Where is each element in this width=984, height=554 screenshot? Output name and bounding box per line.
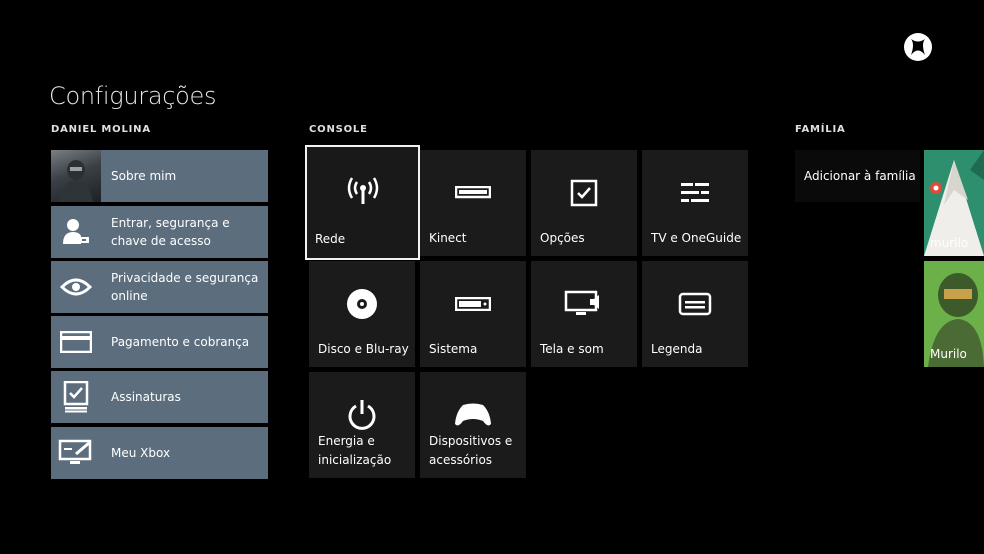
tile-disc-bluray[interactable]: Disco e Blu-ray (309, 261, 415, 367)
display-sound-icon (531, 285, 637, 323)
tile-options[interactable]: Opções (531, 150, 637, 256)
about-me-label: Sobre mim (111, 169, 177, 183)
tile-options-label: Opções (540, 231, 585, 245)
console-system-icon (420, 285, 526, 323)
family-member-name: murilo (930, 236, 969, 250)
tile-devices-accessories[interactable]: Dispositivos e acessórios (420, 372, 526, 478)
xbox-logo-icon (904, 33, 932, 61)
power-icon (309, 396, 415, 434)
tile-system[interactable]: Sistema (420, 261, 526, 367)
family-section-header: FAMÍLIA (795, 124, 846, 135)
payment-label: Pagamento e cobrança (111, 335, 250, 349)
account-section-header: DANIEL MOLINA (51, 124, 151, 135)
tile-closed-caption[interactable]: Legenda (642, 261, 748, 367)
options-checkbox-icon (531, 174, 637, 212)
my-xbox-icon (51, 427, 101, 479)
tile-devices-accessories-label: Dispositivos e acessórios (429, 434, 513, 467)
kinect-icon (420, 174, 526, 212)
page-title: Configurações (49, 82, 217, 110)
closed-caption-icon (642, 285, 748, 323)
tile-power-startup[interactable]: Energia e inicialização (309, 372, 415, 478)
tile-network[interactable]: Rede (305, 145, 420, 260)
console-section-header: CONSOLE (309, 124, 368, 135)
add-to-family-button[interactable]: Adicionar à família (795, 150, 920, 202)
tile-kinect[interactable]: Kinect (420, 150, 526, 256)
subscriptions-label: Assinaturas (111, 390, 181, 404)
user-key-icon (51, 206, 101, 258)
my-xbox-item[interactable]: Meu Xbox (51, 427, 268, 479)
family-member-name: Murilo (930, 347, 967, 361)
eye-icon (51, 261, 101, 313)
tile-system-label: Sistema (429, 342, 478, 356)
avatar (51, 150, 101, 202)
family-member-tile[interactable]: murilo (924, 150, 984, 256)
disc-icon (309, 285, 415, 323)
tile-tv-oneguide-label: TV e OneGuide (651, 231, 742, 245)
tile-network-label: Rede (315, 232, 346, 246)
privacy-label: Privacidade e segurança online (111, 271, 259, 303)
tile-tv-oneguide[interactable]: TV e OneGuide (642, 150, 748, 256)
privacy-item[interactable]: Privacidade e segurança online (51, 261, 268, 313)
my-xbox-label: Meu Xbox (111, 446, 171, 460)
payment-item[interactable]: Pagamento e cobrança (51, 316, 268, 368)
tile-kinect-label: Kinect (429, 231, 467, 245)
tile-disc-bluray-label: Disco e Blu-ray (318, 342, 409, 356)
subscription-icon (51, 371, 101, 423)
tile-power-startup-label: Energia e inicialização (318, 434, 392, 467)
tile-display-sound[interactable]: Tela e som (531, 261, 637, 367)
sign-in-security-label: Entrar, segurança e chave de acesso (111, 216, 230, 248)
about-me-item[interactable]: Sobre mim (51, 150, 268, 202)
tile-closed-caption-label: Legenda (651, 342, 703, 356)
network-icon (306, 172, 419, 210)
sign-in-security-item[interactable]: Entrar, segurança e chave de acesso (51, 206, 268, 258)
tile-display-sound-label: Tela e som (540, 342, 604, 356)
credit-card-icon (51, 316, 101, 368)
tv-guide-icon (642, 174, 748, 212)
family-member-tile[interactable]: Murilo (924, 261, 984, 367)
controller-icon (420, 396, 526, 434)
subscriptions-item[interactable]: Assinaturas (51, 371, 268, 423)
